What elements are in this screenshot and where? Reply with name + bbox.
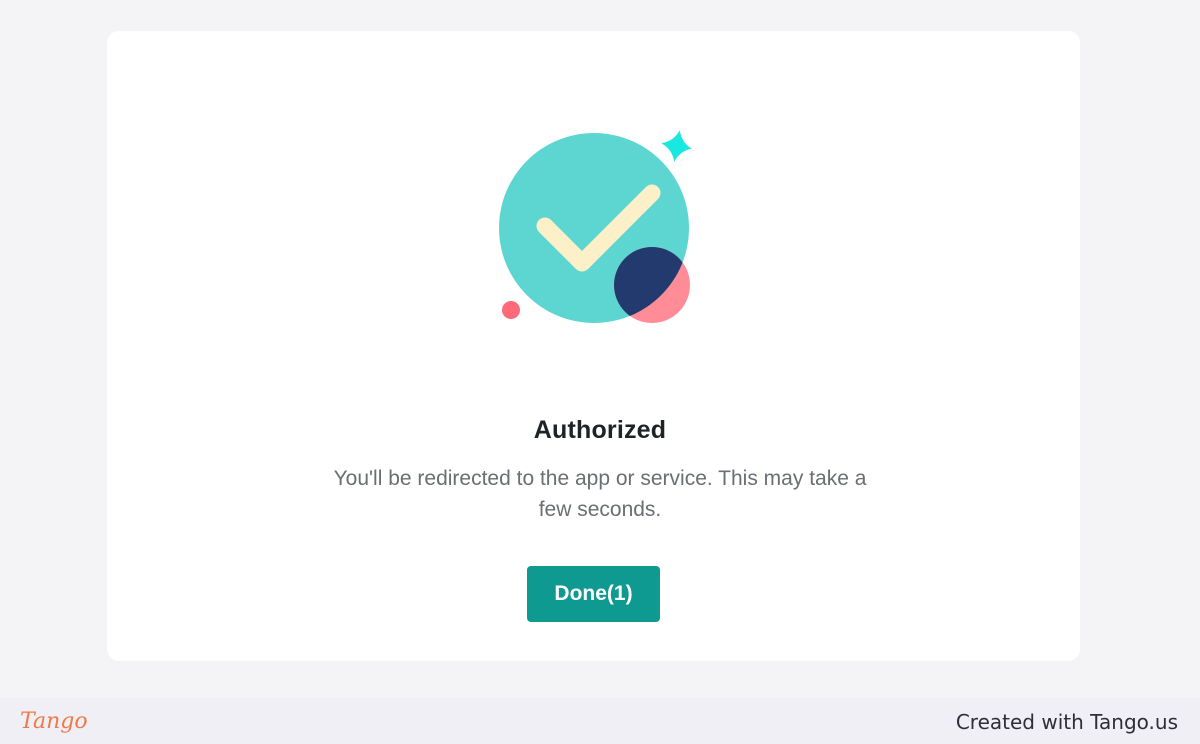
page-background: Authorized You'll be redirected to the a… [0, 0, 1200, 698]
sparkle-icon [661, 130, 692, 162]
dialog-title: Authorized [533, 416, 667, 444]
tango-logo[interactable]: Tango [20, 706, 92, 738]
created-with-credit[interactable]: Created with Tango.us [956, 710, 1178, 734]
pink-dot [502, 301, 520, 319]
dialog-message: You'll be redirected to the app or servi… [333, 467, 867, 521]
done-button[interactable]: Done(1) [527, 566, 660, 622]
authorized-illustration [499, 130, 692, 323]
footer-bar: Tango Created with Tango.us [0, 698, 1200, 744]
tango-logo-text: Tango [20, 709, 88, 734]
